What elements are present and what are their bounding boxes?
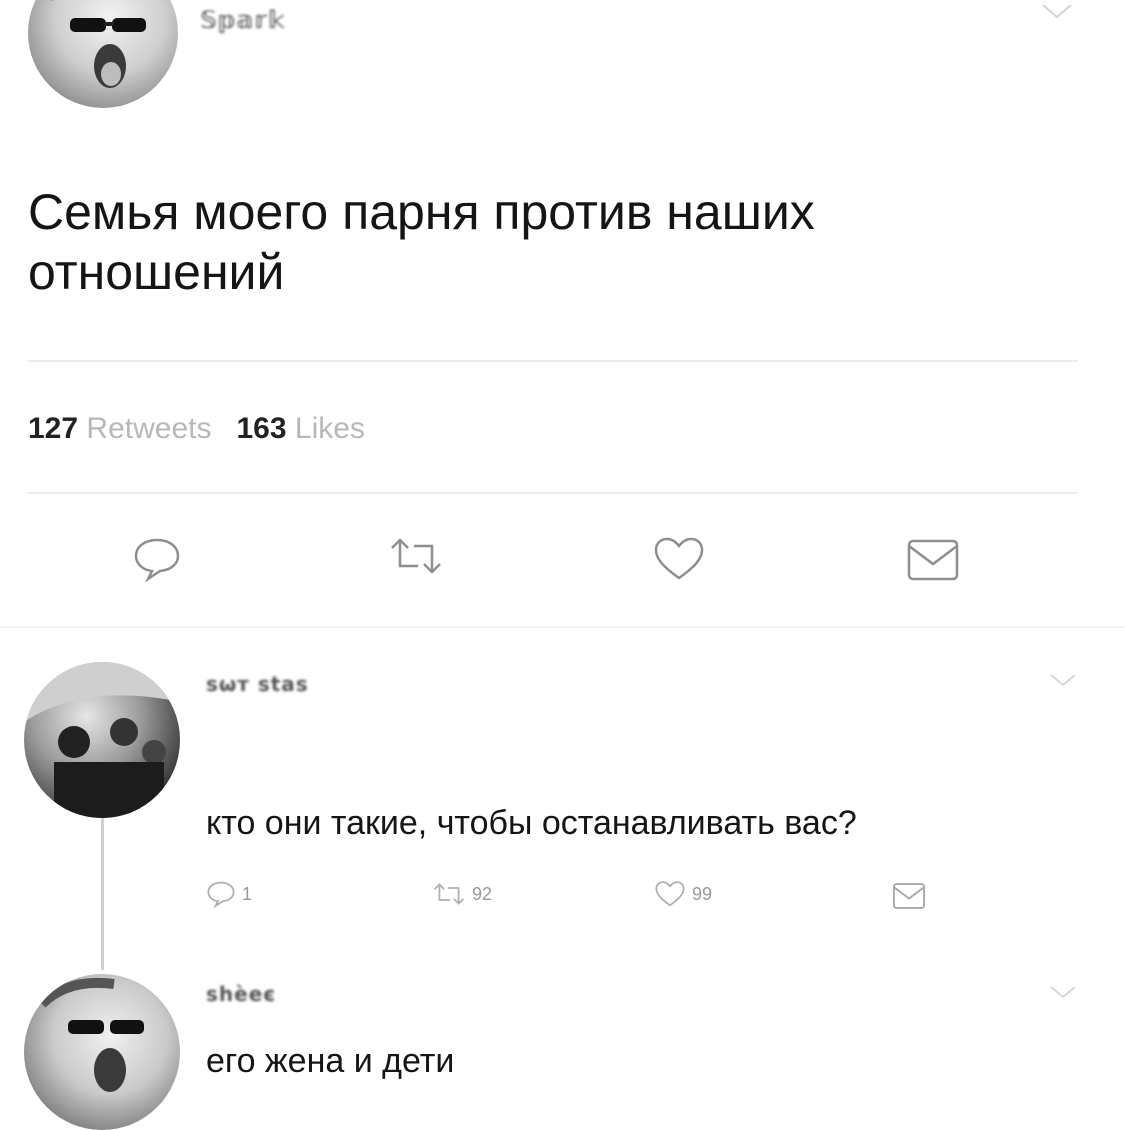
divider — [28, 492, 1078, 494]
retweet-icon[interactable]: 92 — [432, 882, 492, 906]
reply-icon[interactable]: 1 — [206, 880, 252, 908]
like-count: 99 — [692, 883, 713, 904]
retweet-count[interactable]: 127 — [28, 412, 78, 445]
divider — [28, 360, 1078, 362]
reply-text: кто они такие, чтобы останавливать вас? — [206, 804, 857, 842]
retweet-count: 92 — [472, 883, 493, 904]
like-label[interactable]: Likes — [295, 412, 365, 445]
avatar-photo — [24, 662, 180, 818]
tweet-text: Семья моего парня против наших отношений — [28, 184, 815, 300]
author-handle[interactable]: ѕѡт ѕtаѕ — [206, 672, 309, 696]
author-handle[interactable]: 𝕊𝕡𝕒𝕣𝕜 — [200, 6, 286, 34]
chevron-down-icon[interactable] — [1048, 672, 1078, 688]
avatar-photo — [50, 0, 146, 88]
like-icon[interactable]: 99 — [654, 880, 712, 908]
thread-line — [101, 818, 104, 970]
reply-count: 1 — [242, 883, 253, 904]
retweet-label[interactable]: Retweets — [86, 412, 211, 445]
reply-icon[interactable] — [132, 536, 182, 582]
avatar-photo — [38, 977, 144, 1092]
avatar[interactable] — [28, 0, 178, 108]
retweet-icon[interactable] — [388, 536, 444, 576]
like-count[interactable]: 163 — [236, 412, 286, 445]
reply-text: его жена и дети — [206, 1042, 455, 1080]
like-icon[interactable] — [652, 536, 706, 582]
avatar[interactable] — [24, 974, 180, 1130]
author-handle[interactable]: ѕhѐеє — [206, 982, 276, 1006]
chevron-down-icon[interactable] — [1040, 2, 1074, 20]
chevron-down-icon[interactable] — [1048, 984, 1078, 1000]
message-icon[interactable] — [892, 882, 926, 910]
avatar[interactable] — [24, 662, 180, 818]
divider — [0, 626, 1125, 628]
message-icon[interactable] — [906, 538, 960, 582]
tweet-stats: 127 Retweets 163 Likes — [28, 412, 365, 446]
